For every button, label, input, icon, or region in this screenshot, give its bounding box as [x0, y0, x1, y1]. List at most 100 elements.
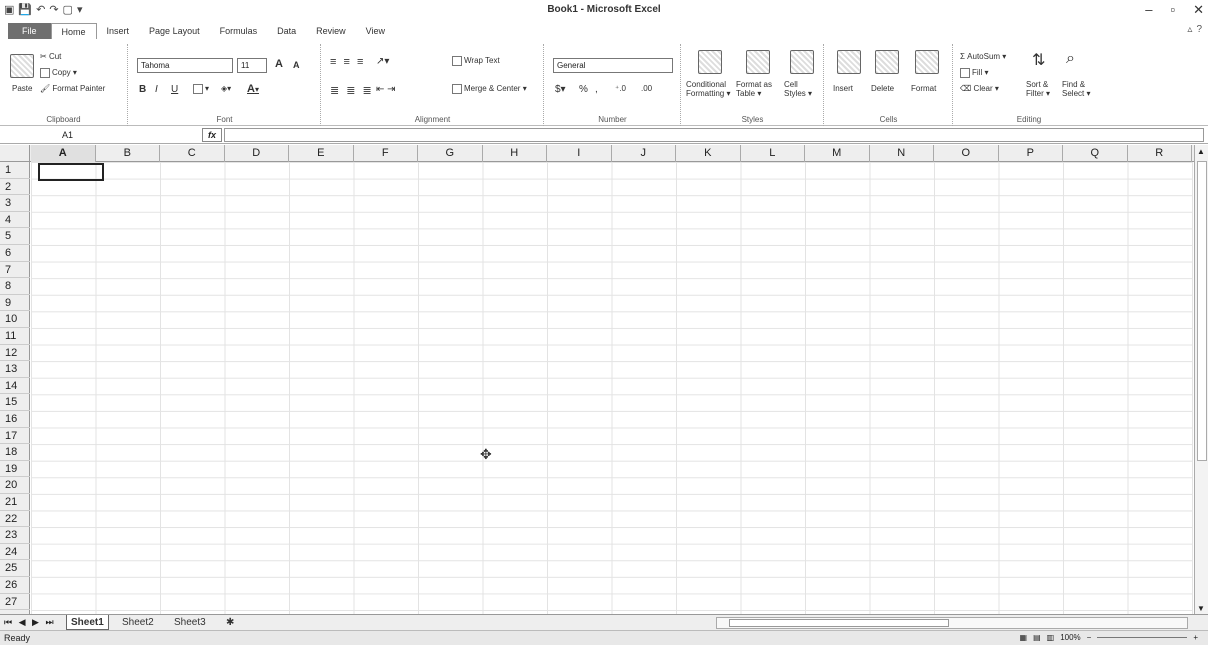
zoom-slider[interactable]	[1097, 637, 1188, 641]
collapse-ribbon-icon[interactable]: ▵	[1187, 24, 1192, 35]
vertical-scroll-thumb[interactable]	[1197, 161, 1207, 461]
row-header[interactable]: 1	[0, 162, 30, 179]
increase-decimal-button[interactable]: ⁺.0	[615, 84, 626, 93]
delete-button[interactable]: Delete	[871, 84, 894, 93]
select-all-corner[interactable]	[0, 145, 30, 162]
row-header[interactable]: 2	[0, 179, 30, 196]
row-header[interactable]: 4	[0, 212, 30, 229]
accounting-format-button[interactable]: $▾	[555, 84, 566, 95]
row-header[interactable]: 15	[0, 394, 30, 411]
tab-insert[interactable]: Insert	[97, 23, 140, 39]
vertical-scrollbar[interactable]: ▲ ▼	[1194, 145, 1208, 615]
cut-button[interactable]: ✂ Cut	[40, 52, 61, 61]
column-header[interactable]: K	[676, 145, 741, 162]
grow-font-button[interactable]: A	[275, 58, 283, 70]
zoom-out-button[interactable]: −	[1087, 633, 1092, 642]
row-header[interactable]: 19	[0, 461, 30, 478]
name-box[interactable]: A1	[4, 128, 144, 142]
column-header[interactable]: H	[483, 145, 547, 162]
borders-button[interactable]: ▾	[193, 84, 209, 94]
help-icon[interactable]: ?	[1196, 24, 1202, 35]
tab-data[interactable]: Data	[267, 23, 306, 39]
fill-color-button[interactable]: ◈▾	[221, 84, 231, 93]
italic-button[interactable]: I	[155, 84, 158, 95]
font-size-dropdown[interactable]: 11	[237, 58, 267, 73]
column-header[interactable]: P	[999, 145, 1063, 162]
clear-button[interactable]: ⌫ Clear ▾	[960, 84, 999, 93]
insert-sheet-button[interactable]: ✱	[222, 615, 238, 630]
row-header[interactable]: 3	[0, 195, 30, 212]
bold-button[interactable]: B	[139, 84, 146, 95]
cell-styles-button[interactable]: Cell Styles ▾	[784, 80, 820, 98]
sheet-nav-buttons[interactable]: ⏮ ◀ ▶ ⏭	[4, 617, 56, 628]
shrink-font-button[interactable]: A	[293, 60, 300, 70]
row-header[interactable]: 12	[0, 345, 30, 362]
horizontal-scroll-thumb[interactable]	[729, 619, 949, 627]
tab-view[interactable]: View	[356, 23, 395, 39]
normal-view-icon[interactable]: ▦	[1020, 633, 1028, 642]
zoom-in-button[interactable]: +	[1193, 633, 1198, 642]
row-header[interactable]: 13	[0, 361, 30, 378]
format-painter-button[interactable]: 🖌 Format Painter	[40, 84, 105, 93]
horizontal-align-buttons[interactable]: ≣ ≣ ≣	[330, 84, 374, 97]
indent-buttons[interactable]: ⇤ ⇥	[376, 84, 396, 95]
sort-filter-button[interactable]: Sort & Filter ▾	[1026, 80, 1060, 98]
row-header[interactable]: 14	[0, 378, 30, 395]
column-header[interactable]: B	[96, 145, 160, 162]
minimize-button[interactable]: –	[1145, 2, 1152, 18]
insert-button[interactable]: Insert	[833, 84, 853, 93]
sheet-tab-sheet3[interactable]: Sheet3	[170, 615, 210, 630]
row-header[interactable]: 10	[0, 311, 30, 328]
format-button[interactable]: Format	[911, 84, 936, 93]
wrap-text-button[interactable]: Wrap Text	[452, 56, 500, 66]
row-header[interactable]: 25	[0, 560, 30, 577]
autosum-button[interactable]: Σ AutoSum ▾	[960, 52, 1006, 61]
close-button[interactable]: ✕	[1193, 2, 1204, 18]
fill-button[interactable]: Fill ▾	[960, 68, 988, 78]
column-header[interactable]: L	[741, 145, 805, 162]
row-header[interactable]: 24	[0, 544, 30, 561]
percent-button[interactable]: %	[579, 84, 588, 95]
row-header[interactable]: 6	[0, 245, 30, 262]
vertical-align-buttons[interactable]: ≡ ≡ ≡	[330, 56, 365, 68]
paste-button[interactable]: Paste	[12, 84, 32, 93]
sheet-tab-sheet2[interactable]: Sheet2	[118, 615, 158, 630]
column-header[interactable]: J	[612, 145, 676, 162]
row-header[interactable]: 23	[0, 527, 30, 544]
orientation-button[interactable]: ↗▾	[376, 56, 389, 67]
column-header[interactable]: C	[160, 145, 225, 162]
row-header[interactable]: 5	[0, 228, 30, 245]
row-header[interactable]: 27	[0, 594, 30, 611]
column-header[interactable]: I	[547, 145, 612, 162]
column-header[interactable]: N	[870, 145, 934, 162]
row-header[interactable]: 16	[0, 411, 30, 428]
scroll-down-icon[interactable]: ▼	[1197, 604, 1205, 613]
active-cell-a1[interactable]	[38, 163, 104, 181]
copy-button[interactable]: Copy ▾	[40, 68, 77, 78]
decrease-decimal-button[interactable]: .00	[641, 84, 652, 93]
formula-input[interactable]	[224, 128, 1204, 142]
column-header[interactable]: M	[805, 145, 870, 162]
row-header[interactable]: 7	[0, 262, 30, 279]
row-header[interactable]: 21	[0, 494, 30, 511]
number-format-dropdown[interactable]: General	[553, 58, 673, 73]
tab-home[interactable]: Home	[50, 23, 97, 39]
sheet-tab-sheet1[interactable]: Sheet1	[66, 615, 109, 630]
zoom-level[interactable]: 100%	[1060, 633, 1080, 642]
scroll-up-icon[interactable]: ▲	[1197, 147, 1205, 156]
row-header[interactable]: 26	[0, 577, 30, 594]
cell-grid[interactable]	[31, 162, 1193, 614]
horizontal-scrollbar[interactable]	[716, 617, 1188, 629]
column-header[interactable]: G	[418, 145, 483, 162]
conditional-formatting-button[interactable]: Conditional Formatting ▾	[686, 80, 734, 98]
page-break-view-icon[interactable]: ▥	[1047, 633, 1055, 642]
row-header[interactable]: 11	[0, 328, 30, 345]
tab-review[interactable]: Review	[306, 23, 356, 39]
restore-button[interactable]: ▫	[1170, 2, 1175, 18]
column-header[interactable]: F	[354, 145, 418, 162]
find-select-button[interactable]: Find & Select ▾	[1062, 80, 1102, 98]
column-header[interactable]: O	[934, 145, 999, 162]
column-header[interactable]: E	[289, 145, 354, 162]
font-name-dropdown[interactable]: Tahoma	[137, 58, 233, 73]
page-layout-view-icon[interactable]: ▤	[1033, 633, 1041, 642]
